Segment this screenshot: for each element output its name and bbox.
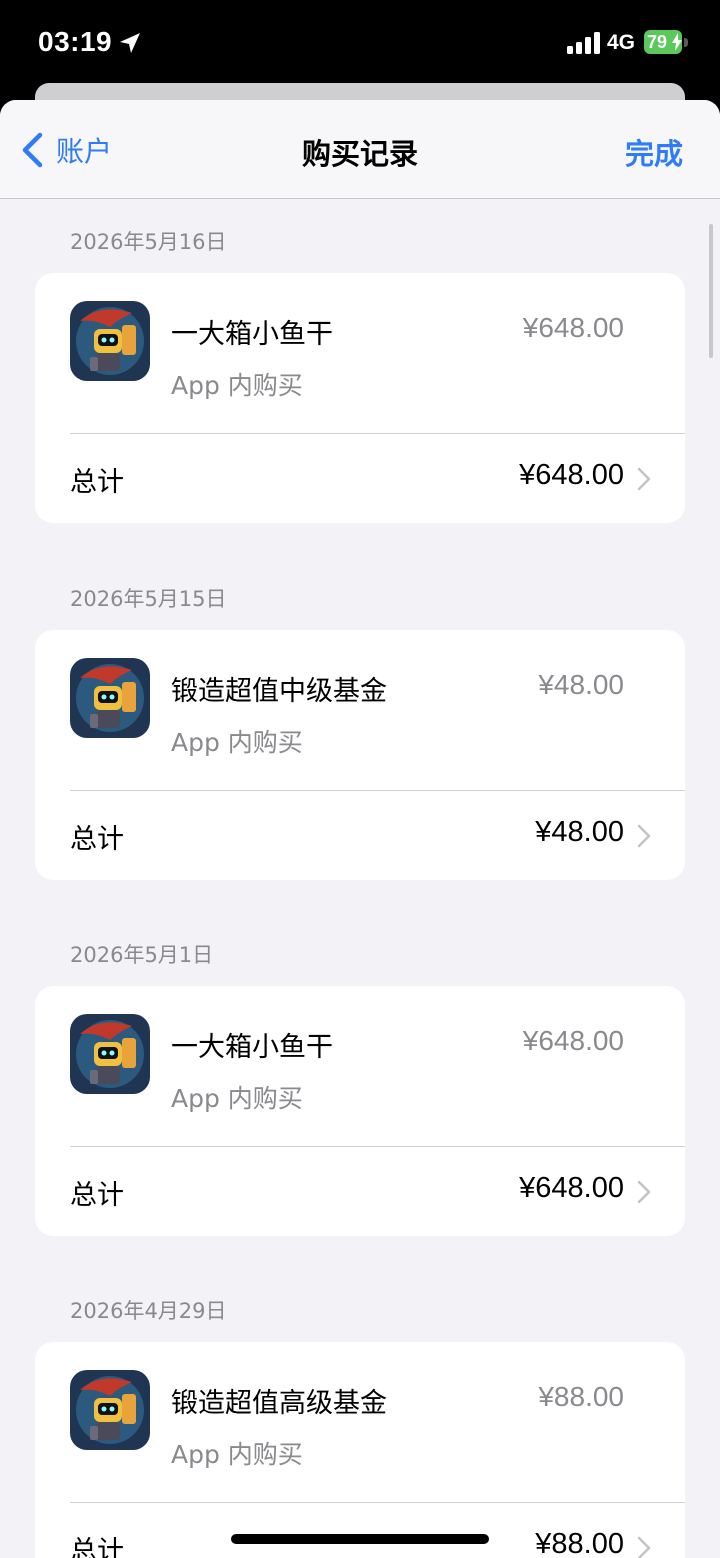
item-type: App 内购买 <box>171 1084 303 1113</box>
purchase-card: 一大箱小鱼干 App 内购买 ¥648.00 总计 ¥648.00 <box>35 273 685 523</box>
item-name: 锻造超值高级基金 <box>171 1388 387 1419</box>
purchase-card: 锻造超值高级基金 App 内购买 ¥88.00 总计 ¥88.00 <box>35 1342 685 1558</box>
network-type: 4G <box>607 31 636 54</box>
navigation-bar: 账户 购买记录 完成 <box>0 100 720 199</box>
total-value: ¥648.00 <box>519 459 624 491</box>
app-icon <box>70 1370 150 1450</box>
purchase-item[interactable]: 一大箱小鱼干 App 内购买 ¥648.00 <box>35 273 685 433</box>
done-button[interactable]: 完成 <box>625 131 683 173</box>
section-date: 2026年4月29日 <box>70 1299 227 1323</box>
purchase-item[interactable]: 锻造超值高级基金 App 内购买 ¥88.00 <box>35 1342 685 1502</box>
app-icon <box>70 658 150 738</box>
scroll-indicator[interactable] <box>709 224 713 358</box>
section-date: 2026年5月1日 <box>70 943 214 967</box>
item-price: ¥48.00 <box>538 669 624 700</box>
total-row[interactable]: 总计 ¥648.00 <box>35 434 685 523</box>
chevron-right-icon <box>637 824 651 848</box>
item-type: App 内购买 <box>171 371 303 400</box>
location-arrow-icon <box>120 33 140 53</box>
total-value: ¥48.00 <box>535 816 624 848</box>
charging-bolt-icon <box>672 33 682 51</box>
status-time: 03:19 <box>38 26 113 57</box>
home-indicator[interactable] <box>231 1534 489 1544</box>
signal-bars-icon <box>567 32 600 54</box>
item-type: App 内购买 <box>171 728 303 757</box>
total-label: 总计 <box>70 467 124 498</box>
total-row[interactable]: 总计 ¥648.00 <box>35 1147 685 1236</box>
purchase-card: 锻造超值中级基金 App 内购买 ¥48.00 总计 ¥48.00 <box>35 630 685 880</box>
app-icon <box>70 301 150 381</box>
section-date: 2026年5月16日 <box>70 230 227 254</box>
total-value: ¥88.00 <box>535 1528 624 1558</box>
purchase-card: 一大箱小鱼干 App 内购买 ¥648.00 总计 ¥648.00 <box>35 986 685 1236</box>
purchase-item[interactable]: 一大箱小鱼干 App 内购买 ¥648.00 <box>35 986 685 1146</box>
total-row[interactable]: 总计 ¥88.00 <box>35 1503 685 1558</box>
battery-tip <box>684 38 688 47</box>
purchase-history-sheet: 账户 购买记录 完成 2026年5月16日 一大箱小鱼干 App 内购买 ¥64… <box>0 100 720 1558</box>
total-row[interactable]: 总计 ¥48.00 <box>35 791 685 880</box>
chevron-right-icon <box>637 467 651 491</box>
item-name: 锻造超值中级基金 <box>171 676 387 707</box>
page-title: 购买记录 <box>301 137 418 171</box>
chevron-right-icon <box>637 1536 651 1558</box>
total-value: ¥648.00 <box>519 1172 624 1204</box>
total-label: 总计 <box>70 1180 124 1211</box>
item-type: App 内购买 <box>171 1440 303 1469</box>
item-price: ¥88.00 <box>538 1381 624 1412</box>
total-label: 总计 <box>70 824 124 855</box>
purchase-item[interactable]: 锻造超值中级基金 App 内购买 ¥48.00 <box>35 630 685 790</box>
item-name: 一大箱小鱼干 <box>171 1032 333 1063</box>
total-label: 总计 <box>70 1536 124 1558</box>
battery-charging-icon: 79 <box>644 30 688 56</box>
item-price: ¥648.00 <box>522 1025 624 1056</box>
item-name: 一大箱小鱼干 <box>171 319 333 350</box>
status-bar: 03:19 4G 79 <box>0 0 720 90</box>
item-price: ¥648.00 <box>522 312 624 343</box>
section-date: 2026年5月15日 <box>70 587 227 611</box>
chevron-right-icon <box>637 1180 651 1204</box>
app-icon <box>70 1014 150 1094</box>
